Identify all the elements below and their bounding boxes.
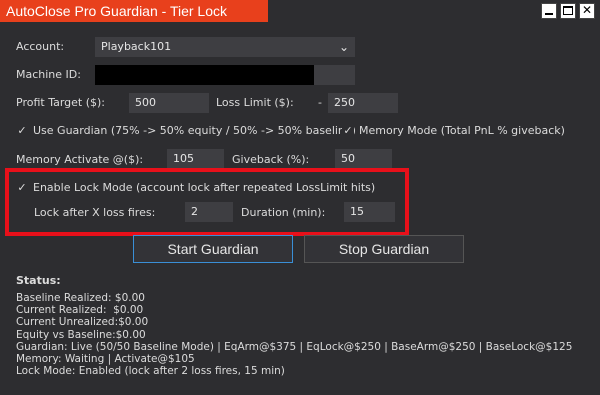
account-label: Account: bbox=[16, 40, 65, 53]
account-value: Playback101 bbox=[101, 40, 172, 53]
checkmark-icon: ✓ bbox=[17, 181, 27, 194]
memory-mode-checkbox[interactable]: ✓ bbox=[342, 125, 354, 137]
giveback-input[interactable]: 50 bbox=[335, 149, 392, 169]
machine-id-field[interactable] bbox=[95, 65, 355, 85]
maximize-button[interactable] bbox=[560, 3, 576, 19]
use-guardian-checkbox[interactable]: ✓ bbox=[16, 125, 28, 137]
status-line-current-realized: Current Realized: $0.00 bbox=[16, 304, 144, 317]
use-guardian-label: Use Guardian (75% -> 50% equity / 50% ->… bbox=[33, 124, 356, 137]
title-bar: AutoClose Pro Guardian - Tier Lock ✕ bbox=[0, 0, 600, 22]
loss-limit-input[interactable]: 250 bbox=[328, 93, 398, 113]
status-line-baseline-realized: Baseline Realized: $0.00 bbox=[16, 292, 145, 304]
minimize-button[interactable] bbox=[541, 3, 557, 19]
loss-limit-label: Loss Limit ($): bbox=[216, 96, 294, 109]
stop-guardian-button[interactable]: Stop Guardian bbox=[304, 235, 464, 263]
close-icon: ✕ bbox=[581, 3, 593, 17]
start-guardian-button[interactable]: Start Guardian bbox=[133, 235, 293, 263]
checkmark-icon: ✓ bbox=[17, 124, 27, 137]
enable-lock-mode-label: Enable Lock Mode (account lock after rep… bbox=[33, 181, 376, 194]
window-title: AutoClose Pro Guardian - Tier Lock bbox=[0, 0, 268, 22]
giveback-label: Giveback (%): bbox=[232, 153, 310, 166]
account-select[interactable]: Playback101 ⌄ bbox=[95, 37, 355, 57]
minimize-icon bbox=[545, 13, 553, 15]
status-line-memory: Memory: Waiting | Activate@$105 bbox=[16, 353, 195, 366]
enable-lock-mode-checkbox[interactable]: ✓ bbox=[16, 182, 28, 194]
status-panel: Baseline Realized: $0.00 Current Realize… bbox=[16, 292, 572, 377]
maximize-icon bbox=[563, 6, 573, 15]
memory-mode-label: Memory Mode (Total PnL % giveback) bbox=[359, 124, 565, 137]
status-line-lock-mode: Lock Mode: Enabled (lock after 2 loss fi… bbox=[16, 365, 285, 378]
chevron-down-icon: ⌄ bbox=[338, 40, 349, 54]
profit-target-label: Profit Target ($): bbox=[16, 96, 106, 109]
duration-input[interactable]: 15 bbox=[344, 202, 395, 222]
lock-fires-input[interactable]: 2 bbox=[185, 202, 233, 222]
machine-id-redaction bbox=[95, 65, 314, 85]
status-line-guardian: Guardian: Live (50/50 Baseline Mode) | E… bbox=[16, 340, 573, 353]
memory-activate-input[interactable]: 105 bbox=[167, 149, 224, 169]
machine-id-label: Machine ID: bbox=[16, 68, 81, 81]
loss-limit-sign: - bbox=[318, 96, 322, 109]
memory-activate-label: Memory Activate @($): bbox=[16, 153, 144, 166]
duration-label: Duration (min): bbox=[241, 206, 326, 219]
status-title: Status: bbox=[16, 274, 61, 287]
close-button[interactable]: ✕ bbox=[579, 3, 595, 19]
lock-fires-label: Lock after X loss fires: bbox=[34, 206, 156, 219]
status-line-current-unrealized: Current Unrealized:$0.00 bbox=[16, 316, 149, 329]
status-line-equity-vs-baseline: Equity vs Baseline:$0.00 bbox=[16, 328, 146, 341]
checkmark-icon: ✓ bbox=[343, 124, 353, 137]
profit-target-input[interactable]: 500 bbox=[129, 93, 209, 113]
